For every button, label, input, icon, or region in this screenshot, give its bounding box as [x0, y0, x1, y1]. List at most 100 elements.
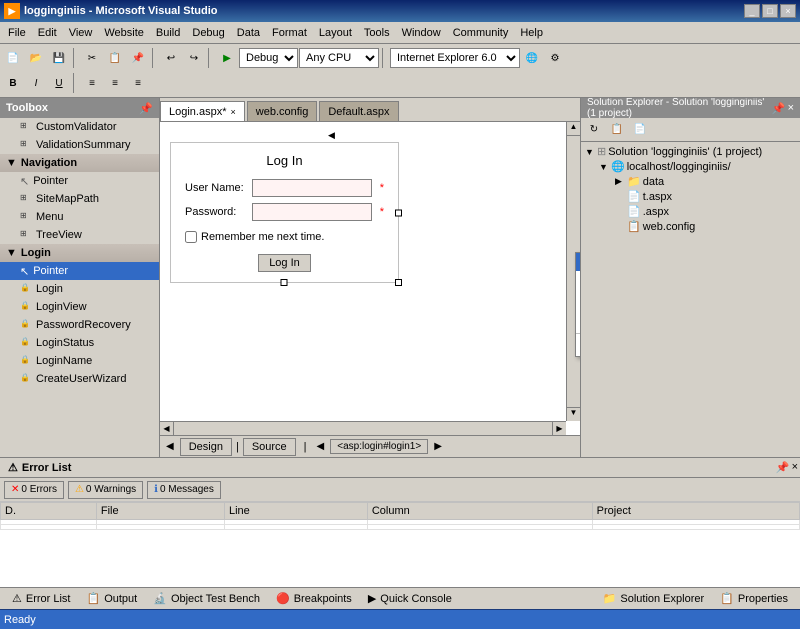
- breadcrumb-nav-left[interactable]: ◀: [315, 441, 327, 452]
- toolbox-item-pointer-nav[interactable]: ↖ Pointer: [0, 172, 159, 190]
- tb-start[interactable]: ▶: [216, 47, 238, 69]
- menu-layout[interactable]: Layout: [313, 25, 358, 41]
- menu-debug[interactable]: Debug: [186, 25, 230, 41]
- tree-data-folder[interactable]: ▶ 📁 data: [583, 174, 798, 189]
- toolbox-section-login-title[interactable]: ▼ Login: [0, 244, 159, 262]
- title-bar-buttons[interactable]: _ □ ×: [744, 4, 796, 18]
- toolbox-item-pointer-login[interactable]: ↖ Pointer: [0, 262, 159, 280]
- login-submit-button[interactable]: Log In: [258, 254, 311, 272]
- menu-view[interactable]: View: [63, 25, 99, 41]
- close-button[interactable]: ×: [780, 4, 796, 18]
- tb-bold[interactable]: B: [2, 72, 24, 94]
- tb-save[interactable]: 💾: [48, 47, 70, 69]
- tb-italic[interactable]: I: [25, 72, 47, 94]
- tree-solution[interactable]: ▼ ⊞ Solution 'logginginiis' (1 project): [583, 144, 798, 159]
- menu-data[interactable]: Data: [231, 25, 266, 41]
- tab-loginaspx-close[interactable]: ×: [231, 107, 236, 117]
- toolbox-item-loginname[interactable]: 🔒 LoginName: [0, 352, 159, 370]
- breadcrumb-left-arrow[interactable]: ◀: [164, 441, 176, 452]
- toolbox-pin[interactable]: 📌: [139, 102, 153, 115]
- toolbox-item-menu[interactable]: ⊞ Menu: [0, 208, 159, 226]
- scroll-up[interactable]: ▲: [567, 122, 580, 136]
- tab-webconfig[interactable]: web.config: [247, 101, 318, 121]
- toolbox-item-createuserwizard[interactable]: 🔒 CreateUserWizard: [0, 370, 159, 388]
- toolbox-item-sitemappath[interactable]: ⊞ SiteMapPath: [0, 190, 159, 208]
- design-surface[interactable]: ◀ Log In User Name: * Password:: [160, 122, 580, 435]
- menu-window[interactable]: Window: [396, 25, 447, 41]
- resize-handle-right[interactable]: [395, 209, 402, 216]
- toolbox-item-validationsummary[interactable]: ⊞ ValidationSummary: [0, 136, 159, 154]
- bottom-pane-close[interactable]: ×: [792, 461, 798, 474]
- context-menu-convert[interactable]: Convert to Template: [576, 291, 580, 311]
- toolbox-item-treeview[interactable]: ⊞ TreeView: [0, 226, 159, 244]
- tb-new[interactable]: 📄: [2, 47, 24, 69]
- sol-refresh[interactable]: ↻: [583, 119, 605, 141]
- menu-format[interactable]: Format: [266, 25, 313, 41]
- tb-underline[interactable]: U: [48, 72, 70, 94]
- source-view-button[interactable]: Source: [243, 438, 296, 456]
- context-menu-autoformat[interactable]: Auto Format...: [576, 271, 580, 291]
- errors-button[interactable]: ✕ 0 Errors: [4, 481, 64, 499]
- menu-edit[interactable]: Edit: [32, 25, 63, 41]
- context-menu-edittemplates[interactable]: Edit Templates: [576, 336, 580, 356]
- debug-config-combo[interactable]: Debug: [239, 48, 298, 68]
- sol-copy[interactable]: 📄: [629, 119, 651, 141]
- tb-open[interactable]: 📂: [25, 47, 47, 69]
- tb-align-center[interactable]: ≡: [104, 72, 126, 94]
- bottom-pane-pin[interactable]: 📌: [776, 461, 790, 474]
- tree-webconfig[interactable]: 📋 web.config: [583, 219, 798, 234]
- breadcrumb-login1[interactable]: <asp:login#login1>: [330, 439, 428, 454]
- solution-close[interactable]: ×: [788, 102, 794, 115]
- password-input[interactable]: [252, 203, 372, 221]
- warnings-button[interactable]: ⚠ 0 Warnings: [68, 481, 143, 499]
- warnings-label: 0 Warnings: [86, 484, 136, 495]
- toolbox-section-navigation-title[interactable]: ▼ Navigation: [0, 154, 159, 172]
- context-menu-administer[interactable]: Administer Website: [576, 311, 580, 331]
- scroll-left[interactable]: ◀: [160, 422, 174, 435]
- tab-loginaspx[interactable]: Login.aspx* ×: [160, 101, 245, 121]
- resize-handle-corner[interactable]: [395, 279, 402, 286]
- toolbox-item-passwordrecovery[interactable]: 🔒 PasswordRecovery: [0, 316, 159, 334]
- tab-defaultaspx[interactable]: Default.aspx: [319, 101, 398, 121]
- tb-copy[interactable]: 📋: [104, 47, 126, 69]
- username-input[interactable]: [252, 179, 372, 197]
- resize-handle-bottom[interactable]: [281, 279, 288, 286]
- menu-website[interactable]: Website: [98, 25, 150, 41]
- menu-build[interactable]: Build: [150, 25, 186, 41]
- menu-tools[interactable]: Tools: [358, 25, 396, 41]
- login-control-box[interactable]: Log In User Name: * Password: *: [170, 142, 399, 283]
- scroll-right[interactable]: ▶: [552, 422, 566, 435]
- browser-combo[interactable]: Internet Explorer 6.0: [390, 48, 520, 68]
- solution-pin[interactable]: 📌: [772, 102, 786, 115]
- platform-combo[interactable]: Any CPU: [299, 48, 379, 68]
- tb-align-right[interactable]: ≡: [127, 72, 149, 94]
- toolbox-item-customvalidator[interactable]: ⊞ CustomValidator: [0, 118, 159, 136]
- tb-browse[interactable]: 🌐: [521, 47, 543, 69]
- smart-tag-arrow[interactable]: ◀: [328, 130, 335, 141]
- tree-aspx[interactable]: 📄 .aspx: [583, 204, 798, 219]
- tb-cut[interactable]: ✂: [81, 47, 103, 69]
- tb-paste[interactable]: 📌: [127, 47, 149, 69]
- tree-project[interactable]: ▼ 🌐 localhost/logginginiis/: [583, 159, 798, 174]
- design-view-button[interactable]: Design: [180, 438, 232, 456]
- tree-taspx[interactable]: 📄 t.aspx: [583, 189, 798, 204]
- toolbox-item-login[interactable]: 🔒 Login: [0, 280, 159, 298]
- remember-me-checkbox[interactable]: [185, 231, 197, 243]
- tb-undo[interactable]: ↩: [160, 47, 182, 69]
- messages-button[interactable]: ℹ 0 Messages: [147, 481, 221, 499]
- toolbox-item-loginview[interactable]: 🔒 LoginView: [0, 298, 159, 316]
- scrollbar-horizontal[interactable]: ◀ ▶: [160, 421, 566, 435]
- maximize-button[interactable]: □: [762, 4, 778, 18]
- breadcrumb-nav-right[interactable]: ▶: [432, 441, 444, 452]
- tb-align-left[interactable]: ≡: [81, 72, 103, 94]
- sol-properties[interactable]: 📋: [606, 119, 628, 141]
- scroll-down[interactable]: ▼: [567, 407, 580, 421]
- tb-settings[interactable]: ⚙: [544, 47, 566, 69]
- toolbox-item-loginstatus[interactable]: 🔒 LoginStatus: [0, 334, 159, 352]
- menu-help[interactable]: Help: [514, 25, 549, 41]
- minimize-button[interactable]: _: [744, 4, 760, 18]
- menu-file[interactable]: File: [2, 25, 32, 41]
- tb-redo[interactable]: ↪: [183, 47, 205, 69]
- menu-community[interactable]: Community: [447, 25, 515, 41]
- solution-header-buttons: 📌 ×: [772, 102, 794, 115]
